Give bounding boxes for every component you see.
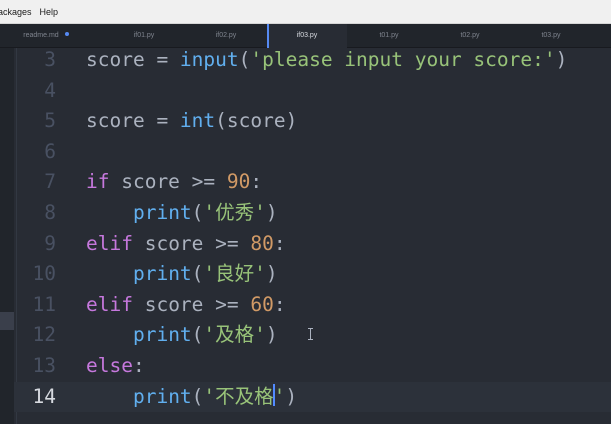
code-token: (: [191, 384, 204, 408]
code-editor[interactable]: 3 score = input('please input your score:…: [14, 48, 611, 424]
line-number: 6: [44, 139, 56, 163]
line-number: 11: [32, 292, 56, 316]
code-token: ): [265, 201, 278, 224]
line-number: 8: [44, 201, 56, 224]
code-token: score =: [86, 109, 180, 133]
code-line[interactable]: 8 print('优秀'): [14, 198, 611, 229]
code-token: 90: [226, 170, 251, 194]
editor-window: ackages Help readme.md if01.py if02.py i…: [0, 0, 611, 424]
code-token: 'please input your score:': [250, 48, 556, 71]
code-token: score >=: [132, 231, 251, 255]
code-token: (: [191, 262, 204, 286]
menu-help[interactable]: Help: [36, 0, 63, 24]
code-text[interactable]: if score >= 90:: [86, 167, 262, 198]
code-line[interactable]: 4: [14, 76, 611, 107]
line-number: 14: [32, 384, 56, 408]
tab-label: if01.py: [133, 32, 155, 39]
code-token: 60: [250, 292, 274, 316]
code-token: 80: [250, 231, 274, 255]
code-token: else: [86, 354, 133, 377]
modified-dot-icon: [64, 32, 69, 37]
code-line[interactable]: 13 else:: [14, 351, 611, 382]
line-number: 13: [32, 354, 56, 377]
code-token: print: [132, 384, 192, 408]
code-token: :: [273, 292, 286, 316]
tab-label: readme.md: [23, 32, 59, 39]
code-token: input: [179, 48, 239, 71]
code-token: print: [132, 201, 192, 224]
code-line[interactable]: 10 print('良好'): [14, 259, 611, 290]
code-token: ': [273, 384, 286, 408]
tree-selected-item[interactable]: [0, 312, 14, 330]
code-token: (score): [215, 109, 298, 133]
tab-label: if03.py: [296, 32, 318, 39]
menu-bar: ackages Help: [0, 0, 611, 24]
code-line[interactable]: 6: [14, 137, 611, 168]
code-text[interactable]: score = int(score): [86, 106, 297, 137]
text-cursor: [272, 384, 275, 407]
code-line[interactable]: 5 score = int(score): [14, 106, 611, 137]
menu-packages[interactable]: ackages: [0, 0, 36, 24]
tab-label: if02.py: [215, 32, 237, 39]
line-number: 3: [44, 48, 56, 71]
code-token: '良好': [203, 262, 266, 286]
code-line[interactable]: 14 print('不及格'): [14, 381, 611, 413]
code-token: score =: [86, 48, 180, 71]
code-text[interactable]: elif score >= 80:: [86, 229, 286, 260]
code-token: ): [265, 323, 278, 347]
code-token: score >=: [132, 292, 251, 316]
code-token: :: [250, 170, 263, 194]
code-token: score >=: [109, 170, 227, 194]
code-token: '及格': [203, 323, 266, 347]
code-token: :: [132, 354, 145, 377]
tab-label: t01.py: [379, 32, 399, 39]
code-line[interactable]: 11 elif score >= 60:: [14, 290, 611, 321]
code-line[interactable]: 12 print('及格'): [14, 320, 611, 351]
line-number: 9: [44, 231, 56, 255]
code-token: ): [265, 262, 278, 286]
code-text[interactable]: print('及格'): [86, 320, 278, 351]
line-number: 12: [32, 323, 56, 347]
code-token: int: [179, 109, 216, 133]
tab-label: t02.py: [460, 32, 480, 39]
code-token: ): [285, 384, 298, 408]
code-text[interactable]: print('良好'): [86, 259, 278, 290]
code-token: (: [191, 201, 204, 224]
tree-view-panel[interactable]: [0, 48, 14, 424]
code-text[interactable]: elif score >= 60:: [86, 290, 286, 321]
code-token: print: [132, 323, 192, 347]
code-token: (: [191, 323, 204, 347]
tab-label: t03.py: [541, 32, 561, 39]
code-token: (: [238, 48, 251, 71]
line-number: 5: [44, 109, 56, 133]
vertical-scrollbar[interactable]: [601, 48, 611, 424]
code-text[interactable]: print('不及格'): [86, 382, 297, 413]
code-token: ): [555, 48, 568, 71]
code-token: elif: [86, 231, 133, 255]
code-line[interactable]: 9 elif score >= 80:: [14, 229, 611, 260]
code-text[interactable]: print('优秀'): [86, 198, 278, 229]
code-text[interactable]: score = input('please input your score:'…: [86, 45, 567, 76]
code-line[interactable]: 3 score = input('please input your score:…: [14, 45, 611, 76]
code-token: elif: [86, 292, 133, 316]
code-token: '优秀': [203, 201, 266, 224]
code-token: '不及格: [203, 384, 274, 408]
code-line[interactable]: 7 if score >= 90:: [14, 167, 611, 198]
code-token: print: [132, 262, 192, 286]
code-token: if: [86, 170, 110, 194]
line-number: 4: [44, 78, 56, 102]
line-number: 10: [32, 262, 56, 286]
code-token: :: [273, 231, 286, 255]
mouse-ibeam-cursor-icon: [308, 328, 313, 340]
code-text[interactable]: else:: [86, 351, 145, 382]
line-number: 7: [44, 170, 56, 194]
